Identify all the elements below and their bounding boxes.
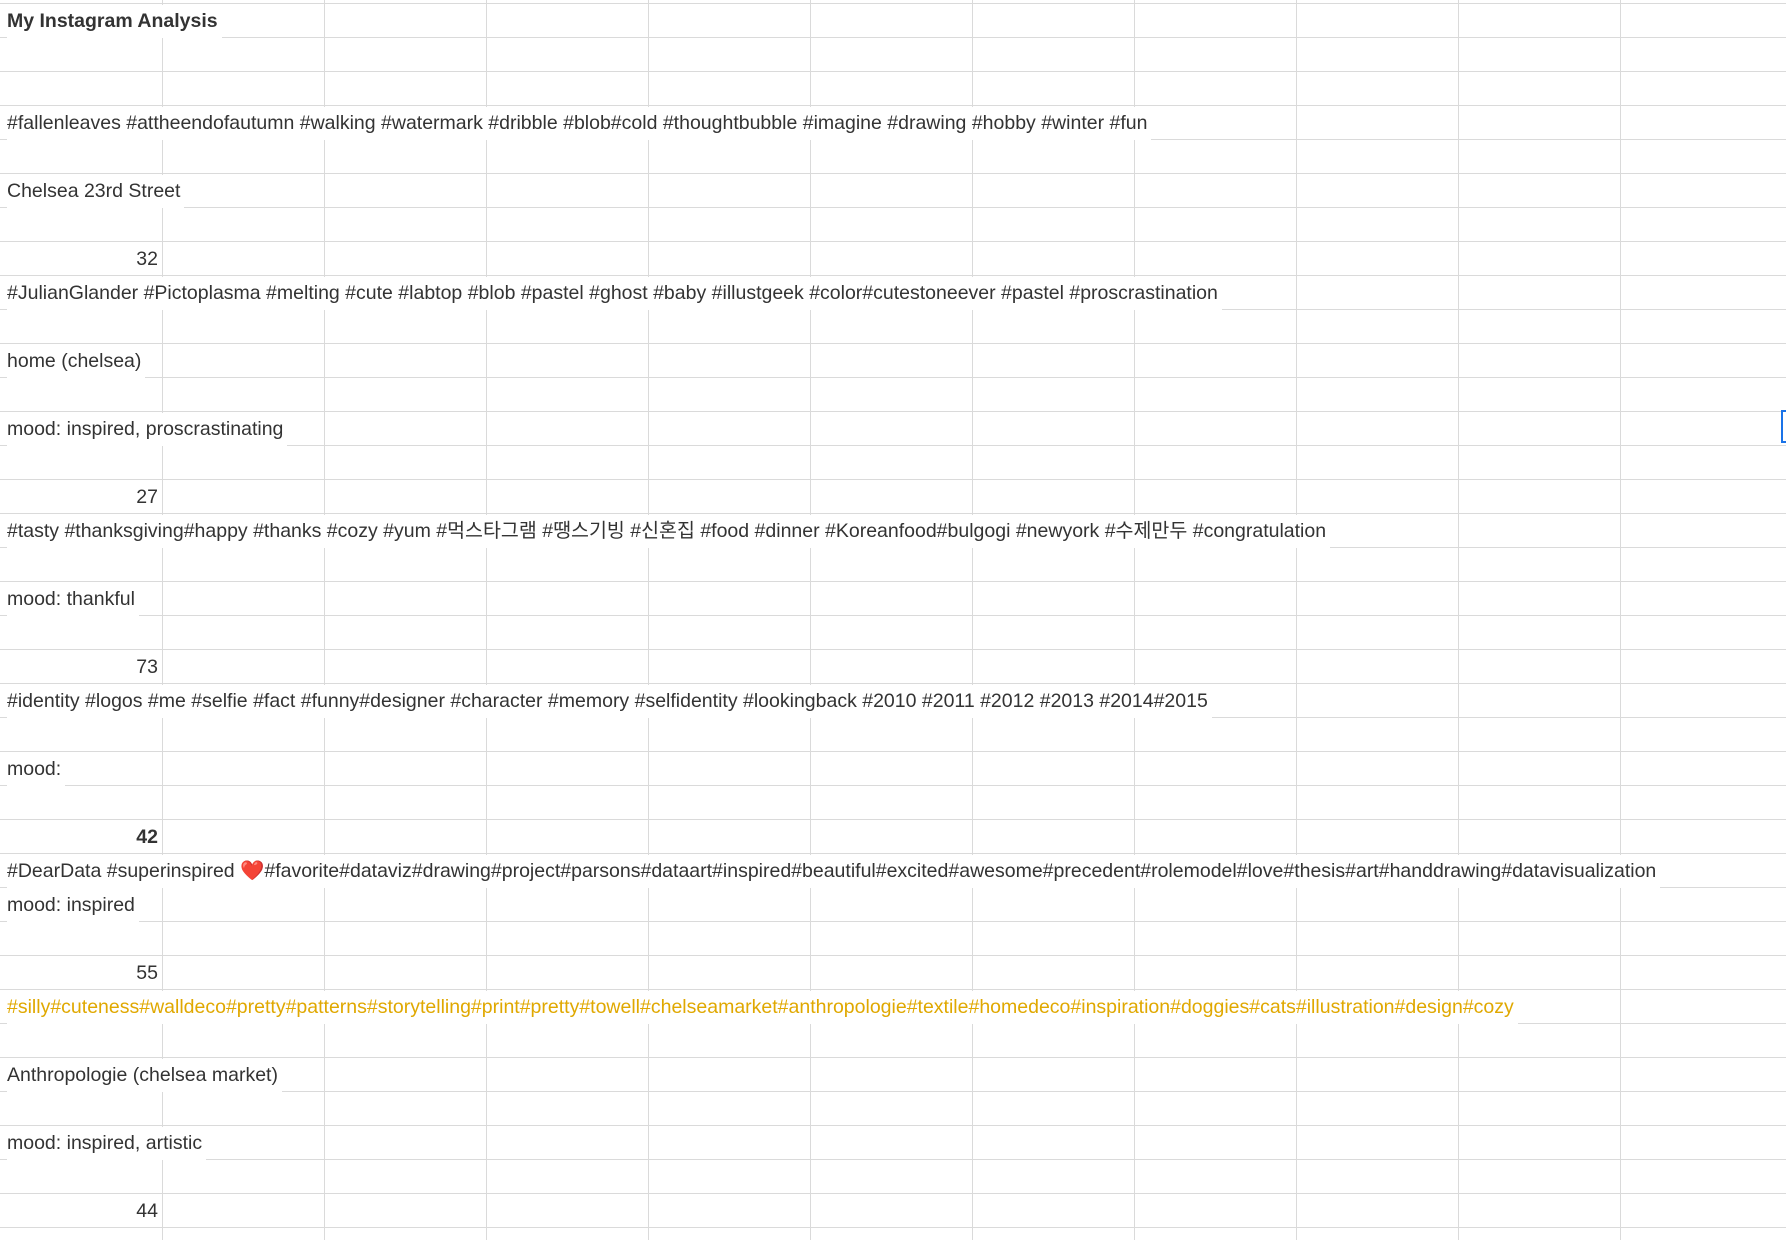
row-gridline	[0, 853, 1786, 854]
column-gridline	[486, 0, 487, 1240]
column-gridline	[810, 0, 811, 1240]
mood-cell[interactable]: mood:	[7, 753, 66, 786]
row-gridline	[0, 71, 1786, 72]
row-gridline	[0, 513, 1786, 514]
row-gridline	[0, 955, 1786, 956]
location-cell[interactable]: Anthropologie (chelsea market)	[7, 1059, 282, 1092]
row-gridline	[0, 683, 1786, 684]
selected-cell-outline	[1781, 410, 1786, 443]
sheet-title-cell[interactable]: My Instagram Analysis	[7, 5, 222, 38]
mood-cell[interactable]: mood: inspired	[7, 889, 139, 922]
row-gridline	[0, 275, 1786, 276]
hashtags-cell[interactable]: #tasty #thanksgiving#happy #thanks #cozy…	[7, 515, 1331, 548]
column-gridline	[648, 0, 649, 1240]
hashtags-cell[interactable]: #identity #logos #me #selfie #fact #funn…	[7, 685, 1212, 718]
likes-count-cell[interactable]: 73	[0, 651, 158, 684]
hashtags-cell[interactable]: #JulianGlander #Pictoplasma #melting #cu…	[7, 277, 1222, 310]
row-gridline	[0, 785, 1786, 786]
row-gridline	[0, 411, 1786, 412]
location-cell[interactable]: home (chelsea)	[7, 345, 146, 378]
column-gridline	[324, 0, 325, 1240]
hashtags-cell[interactable]: #DearData #superinspired ❤️#favorite#dat…	[7, 855, 1661, 888]
likes-count-cell[interactable]: 55	[0, 957, 158, 990]
row-gridline	[0, 581, 1786, 582]
row-gridline	[0, 377, 1786, 378]
column-gridline	[1458, 0, 1459, 1240]
row-gridline	[0, 989, 1786, 990]
row-gridline	[0, 105, 1786, 106]
row-gridline	[0, 819, 1786, 820]
likes-count-cell[interactable]: 44	[0, 1195, 158, 1228]
mood-cell[interactable]: mood: inspired, proscrastinating	[7, 413, 288, 446]
row-gridline	[0, 615, 1786, 616]
column-gridline	[1620, 0, 1621, 1240]
row-gridline	[0, 173, 1786, 174]
spreadsheet-grid[interactable]: My Instagram Analysis #fallenleaves #att…	[0, 0, 1786, 1240]
row-gridline	[0, 1227, 1786, 1228]
hashtags-text: #favorite#dataviz#drawing#project#parson…	[264, 860, 1657, 882]
row-gridline	[0, 343, 1786, 344]
mood-cell[interactable]: mood: inspired, artistic	[7, 1127, 207, 1160]
row-gridline	[0, 921, 1786, 922]
heart-icon: ❤️	[240, 860, 265, 882]
hashtags-cell[interactable]: #fallenleaves #attheendofautumn #walking…	[7, 107, 1152, 140]
row-gridline	[0, 1057, 1786, 1058]
likes-count-cell[interactable]: 42	[0, 821, 158, 854]
row-gridline	[0, 241, 1786, 242]
row-gridline	[0, 1159, 1786, 1160]
row-gridline	[0, 3, 1786, 4]
column-gridline	[1134, 0, 1135, 1240]
hashtags-text: #DearData #superinspired	[7, 860, 241, 882]
row-gridline	[0, 207, 1786, 208]
row-gridline	[0, 751, 1786, 752]
likes-count-cell[interactable]: 27	[0, 481, 158, 514]
row-gridline	[0, 1193, 1786, 1194]
row-gridline	[0, 479, 1786, 480]
row-gridline	[0, 37, 1786, 38]
mood-cell[interactable]: mood: thankful	[7, 583, 139, 616]
column-gridline	[972, 0, 973, 1240]
column-gridline	[1296, 0, 1297, 1240]
likes-count-cell[interactable]: 32	[0, 243, 158, 276]
row-gridline	[0, 649, 1786, 650]
location-cell[interactable]: Chelsea 23rd Street	[7, 175, 185, 208]
row-gridline	[0, 1125, 1786, 1126]
hashtags-cell-highlighted[interactable]: #silly#cuteness#walldeco#pretty#patterns…	[7, 991, 1518, 1024]
